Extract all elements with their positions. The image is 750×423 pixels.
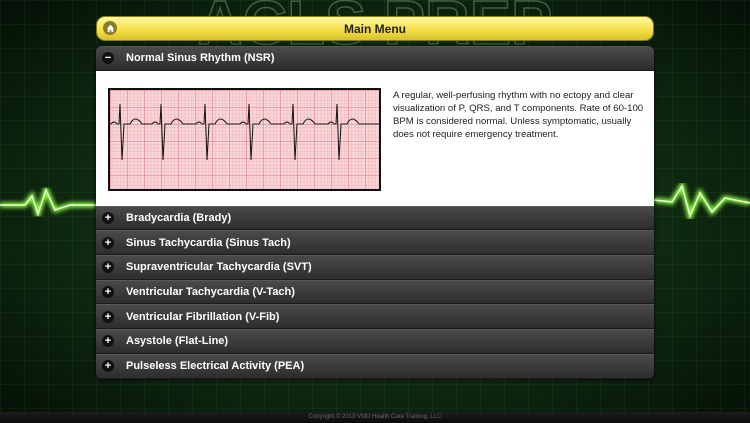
home-icon	[106, 24, 114, 32]
main-menu-bar[interactable]: Main Menu	[96, 16, 654, 41]
accordion-title: Supraventricular Tachycardia (SVT)	[126, 261, 312, 274]
home-button[interactable]	[103, 21, 117, 35]
accordion-header[interactable]: + Ventricular Fibrillation (V-Fib)	[96, 304, 654, 330]
rhythm-accordion: − Normal Sinus Rhythm (NSR) A regular, w…	[96, 46, 654, 379]
accordion-header[interactable]: + Bradycardia (Brady)	[96, 205, 654, 231]
rhythm-description: A regular, well-perfusing rhythm with no…	[393, 89, 644, 140]
accordion-title: Ventricular Tachycardia (V-Tach)	[126, 286, 295, 299]
expand-icon: +	[102, 236, 114, 249]
footer-copyright: Copyright © 2013 VMD Health Care Trainin…	[308, 414, 442, 420]
accordion-header[interactable]: + Asystole (Flat-Line)	[96, 329, 654, 354]
expand-icon: +	[102, 261, 114, 274]
expand-icon: +	[102, 335, 114, 348]
accordion-header[interactable]: + Sinus Tachycardia (Sinus Tach)	[96, 230, 654, 256]
expand-icon: +	[102, 310, 114, 323]
expand-icon: +	[102, 360, 114, 373]
accordion-header[interactable]: + Pulseless Electrical Activity (PEA)	[96, 353, 654, 379]
accordion-title: Pulseless Electrical Activity (PEA)	[126, 360, 305, 373]
ecg-strip-image	[108, 87, 381, 191]
collapse-icon: −	[102, 52, 114, 65]
accordion-title: Sinus Tachycardia (Sinus Tach)	[126, 236, 291, 249]
accordion-title: Normal Sinus Rhythm (NSR)	[126, 52, 275, 65]
accordion-title: Bradycardia (Brady)	[126, 212, 232, 225]
accordion-title: Asystole (Flat-Line)	[126, 335, 229, 348]
accordion-header-nsr[interactable]: − Normal Sinus Rhythm (NSR)	[96, 46, 654, 71]
ecg-strip-graphic	[110, 89, 379, 189]
expand-icon: +	[102, 286, 114, 299]
accordion-header[interactable]: + Supraventricular Tachycardia (SVT)	[96, 255, 654, 280]
accordion-content-nsr: A regular, well-perfusing rhythm with no…	[96, 70, 654, 206]
expand-icon: +	[102, 212, 114, 225]
accordion-title: Ventricular Fibrillation (V-Fib)	[126, 310, 280, 323]
accordion-header[interactable]: + Ventricular Tachycardia (V-Tach)	[96, 279, 654, 305]
main-menu-title: Main Menu	[344, 21, 406, 36]
footer-bar: Copyright © 2013 VMD Health Care Trainin…	[0, 412, 750, 423]
